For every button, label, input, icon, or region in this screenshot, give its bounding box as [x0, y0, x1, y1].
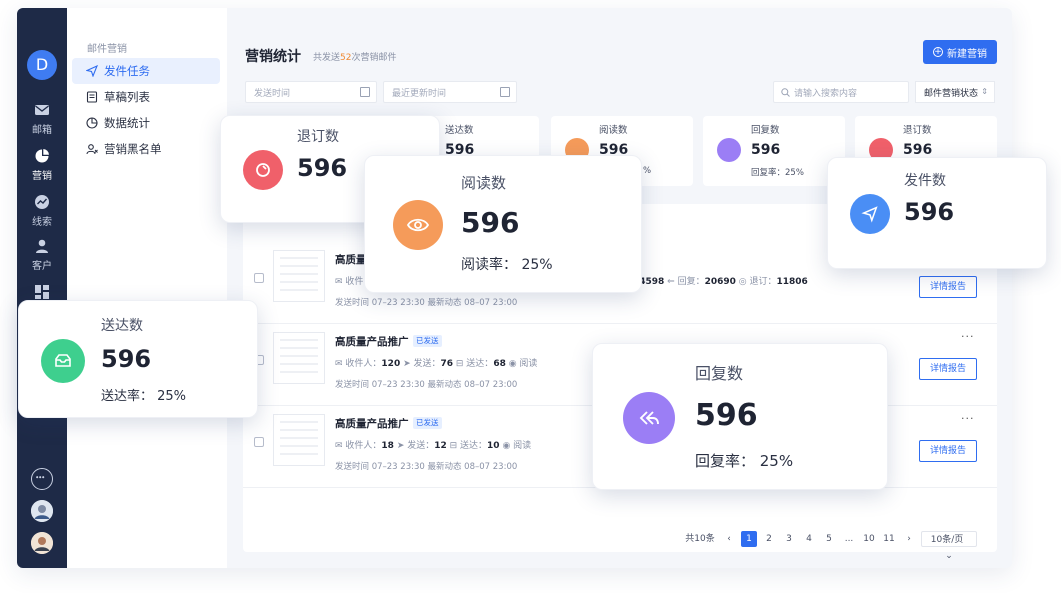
page-5[interactable]: 5 — [821, 531, 837, 547]
user-block-icon — [86, 144, 98, 155]
draft-icon — [86, 91, 98, 103]
reply-icon — [623, 392, 675, 444]
row-time: 发送时间 07–23 23:30 最新动态 08–07 23:00 — [335, 380, 518, 390]
rail-item-label: 线索 — [32, 217, 52, 228]
row-meta: ✉ 收件 — [335, 277, 364, 287]
rail-item-leads[interactable]: 线索 — [17, 194, 67, 228]
rail-item-label: 客户 — [32, 261, 52, 272]
row-title[interactable]: 高质量产品推广 — [335, 416, 409, 431]
search-icon — [781, 88, 790, 97]
sidebar-item-blacklist[interactable]: 营销黑名单 — [72, 136, 220, 162]
row-checkbox[interactable] — [254, 437, 264, 447]
page-ellipsis[interactable]: ... — [841, 531, 857, 547]
row-title[interactable]: 高质量 — [335, 252, 367, 267]
more-icon[interactable]: ··· — [961, 330, 975, 343]
popup-send: 发件数 596 — [827, 157, 1047, 269]
stat-card-reply: 回复数 596 回复率：25% — [703, 116, 845, 186]
sidebar-item-label: 营销黑名单 — [104, 142, 162, 156]
row-meta: ✉ 收件人：120 ➤ 发送：76 ⊟ 送达：68 ◉ 阅读 — [335, 359, 538, 369]
avatar[interactable] — [31, 532, 53, 554]
sidebar-item-drafts[interactable]: 草稿列表 — [72, 84, 220, 110]
row-checkbox[interactable] — [254, 273, 264, 283]
new-campaign-button[interactable]: + 新建营销 — [923, 40, 997, 64]
pie-chart-icon — [35, 149, 49, 163]
next-page-icon[interactable]: › — [901, 531, 917, 547]
page-4[interactable]: 4 — [801, 531, 817, 547]
inbox-icon — [41, 339, 85, 383]
send-icon — [850, 194, 890, 234]
page-11[interactable]: 11 — [881, 531, 897, 547]
send-icon — [86, 65, 98, 77]
rail-item-label: 邮箱 — [32, 125, 52, 136]
sidebar-item-label: 发件任务 — [104, 64, 150, 78]
row-meta: ✉ 收件人：18 ➤ 发送：12 ⊟ 送达：10 ◉ 阅读 — [335, 441, 532, 451]
pie-chart-icon — [86, 117, 98, 129]
sidebar-group-title: 邮件营销 — [87, 44, 127, 55]
status-badge: 已发送 — [413, 335, 442, 347]
more-icon[interactable] — [31, 468, 53, 490]
email-thumbnail — [273, 250, 325, 302]
report-button[interactable]: 详情报告 — [919, 358, 977, 380]
calendar-icon — [500, 87, 510, 97]
mail-icon — [35, 105, 49, 115]
page-1[interactable]: 1 — [741, 531, 757, 547]
rail-item-mail[interactable]: 邮箱 — [17, 102, 67, 136]
unsubscribe-icon — [243, 150, 283, 190]
state-select[interactable]: 邮件营销状态 ⇕ — [915, 81, 995, 103]
popup-reply: 回复数 596 回复率： 25% — [592, 343, 888, 490]
row-title[interactable]: 高质量产品推广 — [335, 334, 409, 349]
reply-icon — [717, 138, 741, 162]
email-thumbnail — [273, 332, 325, 384]
popup-deliver: 送达数 596 送达率： 25% — [18, 300, 258, 418]
sidebar: 邮件营销 发件任务 草稿列表 数据统计 营销黑名单 — [67, 8, 227, 568]
eye-icon — [393, 200, 443, 250]
page-size-select[interactable]: 10条/页 ⌄ — [921, 531, 977, 561]
pagination-total: 共10条 — [685, 534, 715, 544]
prev-page-icon[interactable]: ‹ — [721, 531, 737, 547]
rail-item-customers[interactable]: 客户 — [17, 238, 67, 272]
pagination: 共10条 ‹ 1 2 3 4 5 ... 10 11 › 10条/页 ⌄ — [683, 531, 981, 561]
page-2[interactable]: 2 — [761, 531, 777, 547]
page-subtitle: 共发送52次营销邮件 — [313, 53, 397, 63]
rail-item-label: 营销 — [32, 171, 52, 182]
calendar-icon — [360, 87, 370, 97]
page-10[interactable]: 10 — [861, 531, 877, 547]
page-3[interactable]: 3 — [781, 531, 797, 547]
send-time-picker[interactable]: 发送时间 — [245, 81, 377, 103]
rail-item-marketing[interactable]: 营销 — [17, 148, 67, 182]
sidebar-item-label: 数据统计 — [104, 116, 150, 130]
page-title: 营销统计 — [245, 49, 301, 65]
nav-rail: D 邮箱 营销 线索 客户 — [17, 8, 67, 568]
workspace-avatar[interactable]: D — [27, 50, 57, 80]
update-time-picker[interactable]: 最近更新时间 — [383, 81, 517, 103]
row-stats: 74598 ⇐ 回复：20690 ◎ 退订：11806 — [633, 277, 808, 287]
sidebar-item-label: 草稿列表 — [104, 90, 150, 104]
sidebar-item-send-tasks[interactable]: 发件任务 — [72, 58, 220, 84]
dashboard-icon — [35, 285, 49, 299]
sidebar-item-stats[interactable]: 数据统计 — [72, 110, 220, 136]
trend-icon — [35, 195, 49, 209]
avatar[interactable] — [31, 500, 53, 522]
more-icon[interactable]: ··· — [961, 412, 975, 425]
row-time: 发送时间 07–23 23:30 最新动态 08–07 23:00 — [335, 298, 518, 308]
popup-read: 阅读数 596 阅读率： 25% — [364, 155, 642, 293]
report-button[interactable]: 详情报告 — [919, 440, 977, 462]
report-button[interactable]: 详情报告 — [919, 276, 977, 298]
status-badge: 已发送 — [413, 417, 442, 429]
sort-arrows-icon: ⇕ — [981, 87, 988, 96]
row-time: 发送时间 07–23 23:30 最新动态 08–07 23:00 — [335, 462, 518, 472]
search-input[interactable]: 请输入搜索内容 — [773, 81, 909, 103]
user-icon — [36, 239, 48, 253]
plus-icon: + — [933, 47, 943, 57]
email-thumbnail — [273, 414, 325, 466]
